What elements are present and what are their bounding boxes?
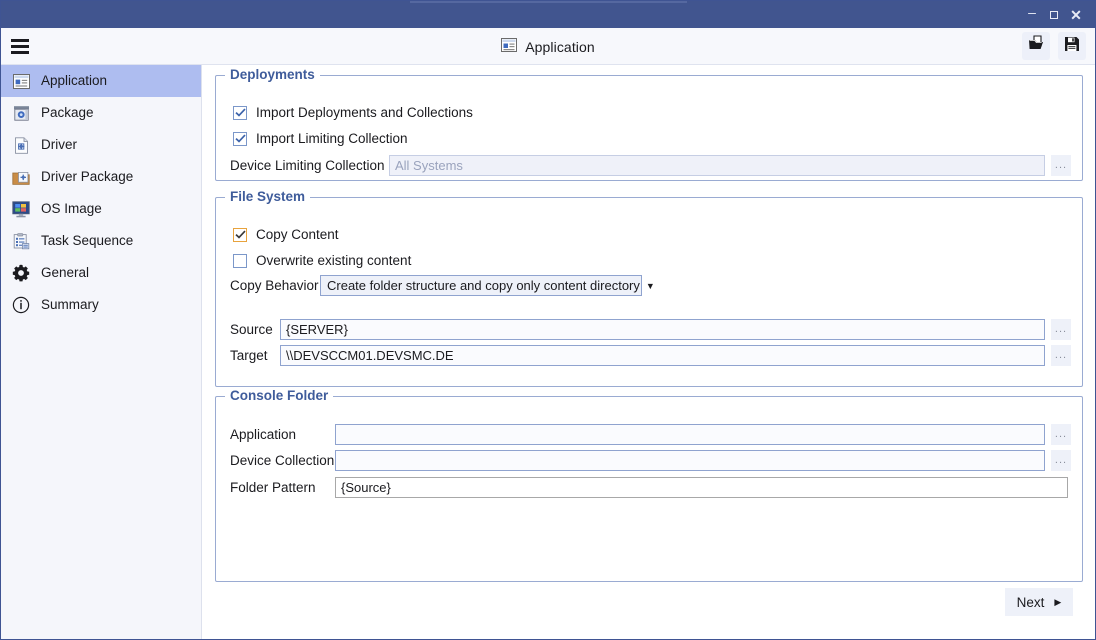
console-application-input[interactable]: [335, 424, 1045, 445]
sidebar-item-label: Application: [41, 73, 108, 89]
deployments-legend: Deployments: [225, 67, 320, 82]
sidebar-item-os-image[interactable]: OS Image: [1, 193, 201, 225]
import-limiting-label: Import Limiting Collection: [256, 131, 408, 146]
console-device-collection-input[interactable]: [335, 450, 1045, 471]
console-application-browse-button[interactable]: ...: [1051, 424, 1071, 445]
chevron-down-icon: ▼: [645, 280, 655, 291]
folder-pattern-label: Folder Pattern: [230, 480, 316, 495]
device-limiting-collection-browse-button[interactable]: ...: [1051, 155, 1071, 176]
copy-behavior-value: Create folder structure and copy only co…: [327, 278, 640, 293]
file-system-group: File System Copy Content Overwrite exist…: [215, 189, 1083, 387]
next-button[interactable]: Next ▶: [1005, 588, 1073, 616]
page-title: Application: [1, 28, 1095, 65]
sidebar-item-label: General: [41, 265, 90, 281]
content-panel: Deployments Import Deployments and Colle…: [203, 65, 1095, 639]
sidebar-item-label: Driver: [41, 137, 77, 153]
sidebar-item-driver[interactable]: Driver: [1, 129, 201, 161]
maximize-icon: [1050, 10, 1058, 19]
device-limiting-collection-input[interactable]: All Systems: [389, 155, 1045, 176]
arrow-right-icon: ▶: [1054, 596, 1062, 607]
title-bar: – ✕: [1, 1, 1095, 28]
open-folder-icon: [1028, 35, 1045, 57]
sidebar-item-label: Task Sequence: [41, 233, 134, 249]
copy-content-row[interactable]: Copy Content: [233, 227, 339, 242]
import-deployments-checkbox[interactable]: [233, 105, 247, 120]
console-device-collection-label: Device Collection: [230, 453, 335, 468]
import-limiting-row[interactable]: Import Limiting Collection: [233, 131, 408, 146]
sidebar-item-task-sequence[interactable]: Task Sequence: [1, 225, 201, 257]
target-browse-button[interactable]: ...: [1051, 345, 1071, 366]
info-icon: [11, 295, 31, 315]
package-icon: [11, 103, 31, 123]
sidebar-item-label: Package: [41, 105, 94, 121]
minimize-button[interactable]: –: [1021, 4, 1043, 26]
save-disk-icon: [1064, 36, 1080, 57]
os-image-icon: [11, 199, 31, 219]
sidebar-item-label: Summary: [41, 297, 99, 313]
sidebar: Application Package Driver Driver Packag…: [1, 65, 202, 639]
overwrite-existing-checkbox[interactable]: [233, 253, 247, 268]
title-bar-accent-strip: [410, 1, 687, 3]
save-button[interactable]: [1058, 32, 1086, 60]
header-toolbar: Application: [1, 28, 1095, 65]
console-folder-legend: Console Folder: [225, 388, 334, 403]
task-sequence-icon: [11, 231, 31, 251]
folder-pattern-input[interactable]: {Source}: [335, 477, 1068, 498]
next-button-label: Next: [1016, 594, 1045, 610]
sidebar-item-label: OS Image: [41, 201, 102, 217]
import-deployments-label: Import Deployments and Collections: [256, 105, 473, 120]
window-controls: – ✕: [1021, 1, 1087, 28]
sidebar-item-driver-package[interactable]: Driver Package: [1, 161, 201, 193]
source-input[interactable]: {SERVER}: [280, 319, 1045, 340]
import-limiting-checkbox[interactable]: [233, 131, 247, 146]
sidebar-item-application[interactable]: Application: [1, 65, 201, 97]
sidebar-item-package[interactable]: Package: [1, 97, 201, 129]
import-deployments-row[interactable]: Import Deployments and Collections: [233, 105, 473, 120]
target-input[interactable]: \\DEVSCCM01.DEVSMC.DE: [280, 345, 1045, 366]
console-folder-group: Console Folder Application ... Device Co…: [215, 388, 1083, 582]
sidebar-item-general[interactable]: General: [1, 257, 201, 289]
source-label: Source: [230, 322, 273, 337]
open-button[interactable]: [1022, 32, 1050, 60]
driver-package-icon: [11, 167, 31, 187]
overwrite-existing-row[interactable]: Overwrite existing content: [233, 253, 411, 268]
device-limiting-collection-label: Device Limiting Collection: [230, 158, 385, 173]
sidebar-item-summary[interactable]: Summary: [1, 289, 201, 321]
deployments-group: Deployments Import Deployments and Colle…: [215, 67, 1083, 181]
close-button[interactable]: ✕: [1065, 4, 1087, 26]
application-icon: [501, 38, 518, 55]
application-window: – ✕ Application Application Package Driv…: [0, 0, 1096, 640]
sidebar-item-label: Driver Package: [41, 169, 134, 185]
application-icon: [11, 71, 31, 91]
copy-content-checkbox[interactable]: [233, 227, 247, 242]
page-title-text: Application: [525, 38, 595, 55]
overwrite-existing-label: Overwrite existing content: [256, 253, 412, 268]
console-device-collection-browse-button[interactable]: ...: [1051, 450, 1071, 471]
copy-content-label: Copy Content: [256, 227, 339, 242]
copy-behavior-select[interactable]: Create folder structure and copy only co…: [320, 275, 655, 296]
target-label: Target: [230, 348, 268, 363]
source-browse-button[interactable]: ...: [1051, 319, 1071, 340]
header-actions: [1022, 32, 1086, 60]
maximize-button[interactable]: [1043, 4, 1065, 26]
copy-behavior-label: Copy Behavior: [230, 278, 319, 293]
gear-icon: [11, 263, 31, 283]
console-application-label: Application: [230, 427, 297, 442]
file-system-legend: File System: [225, 189, 311, 204]
driver-icon: [11, 135, 31, 155]
